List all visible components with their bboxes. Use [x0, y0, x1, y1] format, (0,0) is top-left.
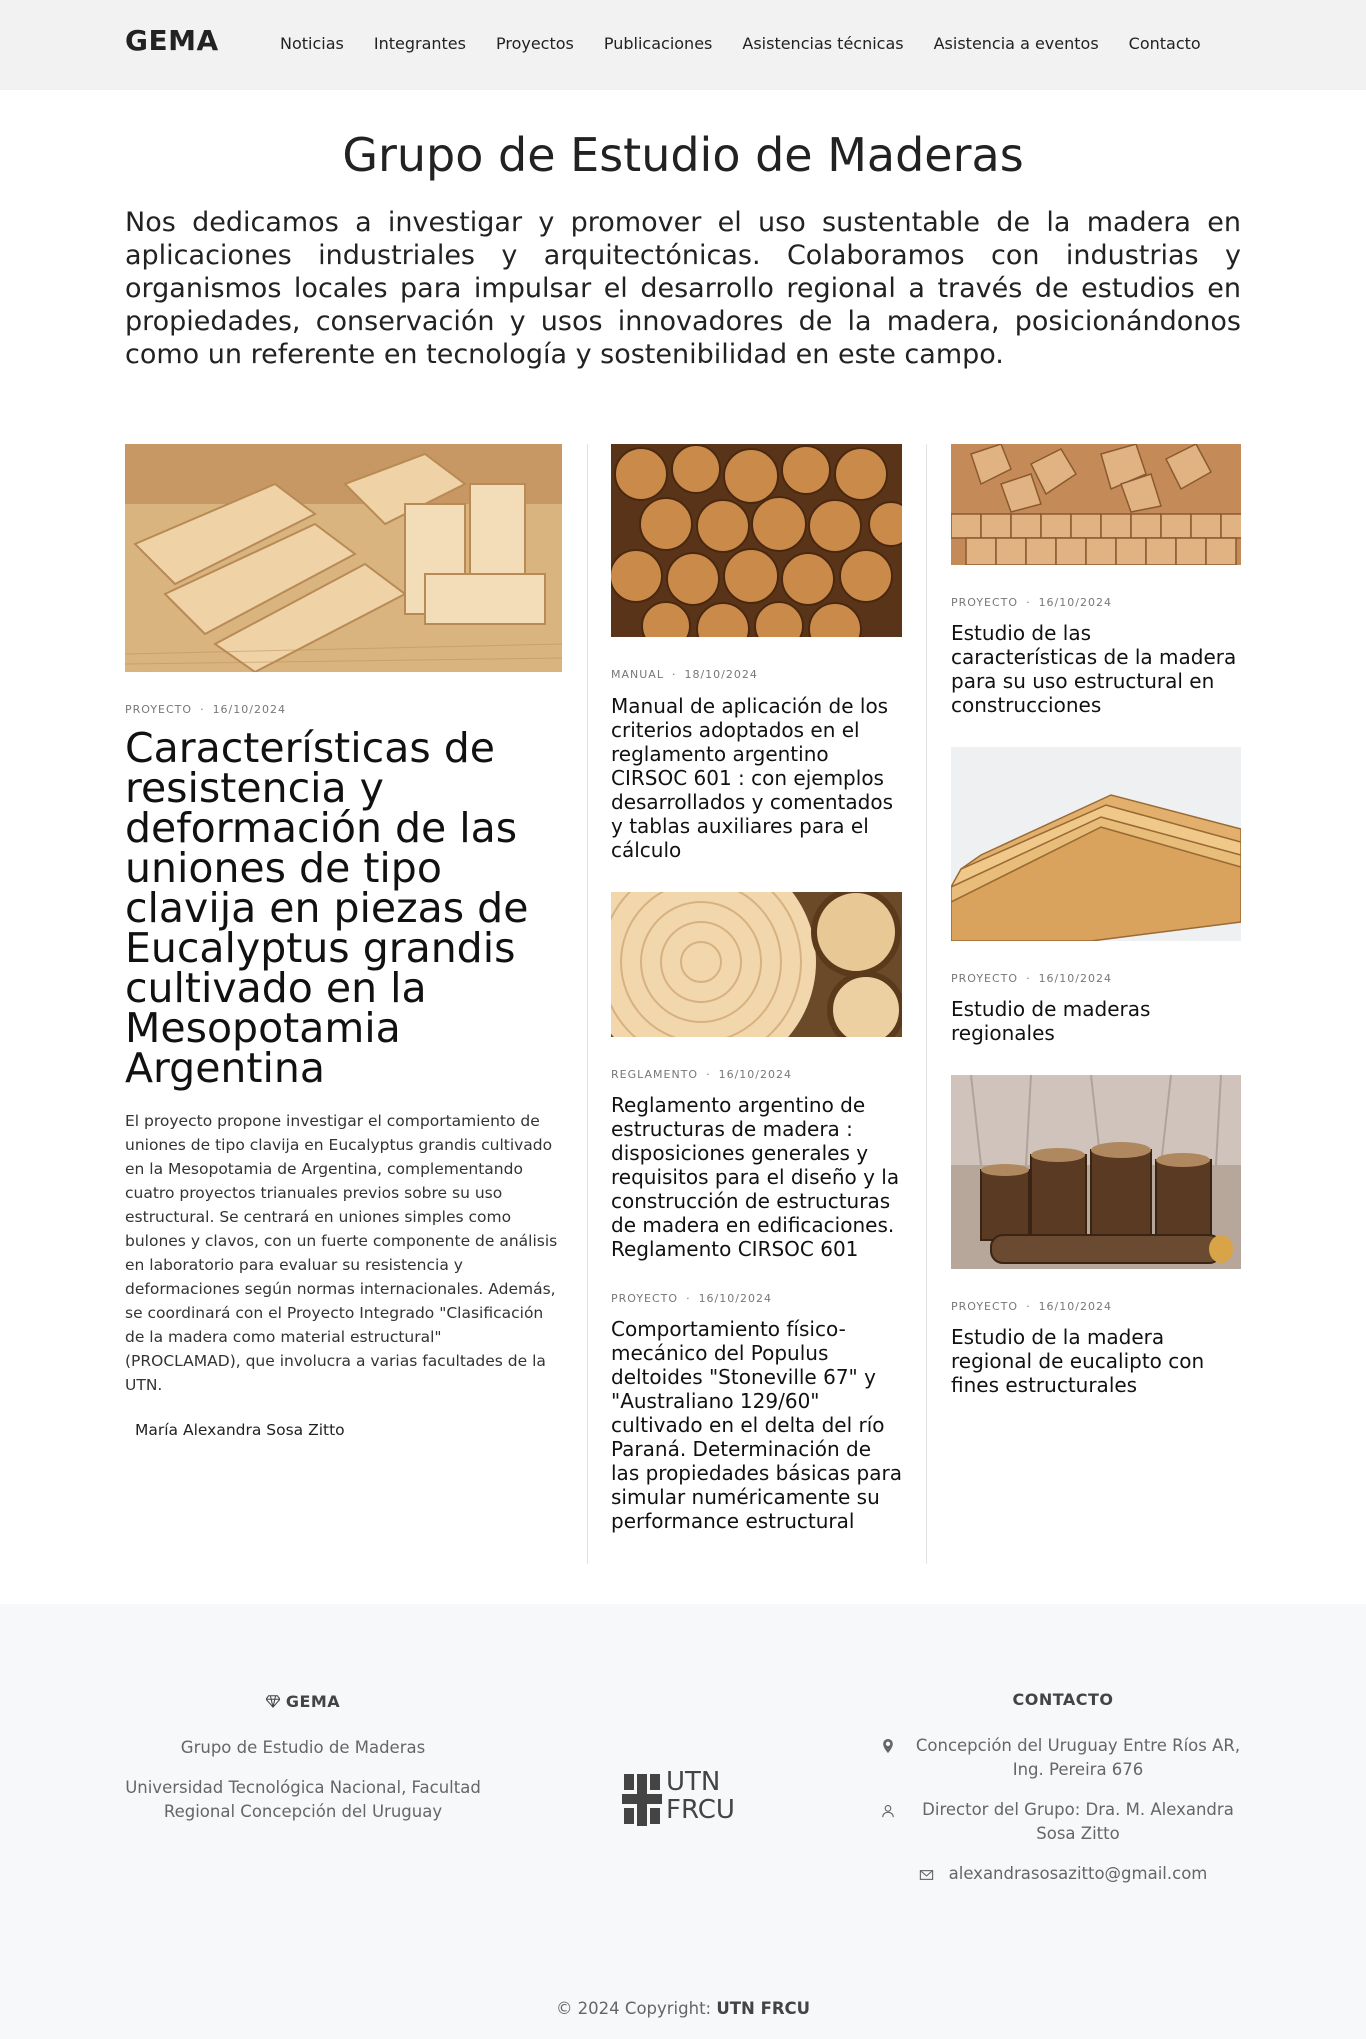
article-category: PROYECTO [125, 703, 193, 716]
article-date: 18/10/2024 [684, 668, 758, 681]
footer-contact: CONTACTO Concepción del Uruguay Entre Rí… [880, 1688, 1246, 1886]
page-description: Nos dedicamos a investigar y promover el… [125, 207, 1241, 370]
article-meta: REGLAMENTO · 16/10/2024 [611, 1068, 792, 1081]
article-date: 16/10/2024 [718, 1068, 792, 1081]
logo-text-frcu: FRCU [666, 1795, 735, 1825]
article-title-regionales[interactable]: Estudio de maderas regionales [951, 997, 1241, 1045]
contact-director: Director del Grupo: Dra. M. Alexandra So… [880, 1798, 1246, 1846]
article-date: 16/10/2024 [1038, 596, 1112, 609]
nav-item-asistencias-tecnicas[interactable]: Asistencias técnicas [742, 34, 903, 53]
article-category: REGLAMENTO [611, 1068, 699, 1081]
article-meta: PROYECTO · 16/10/2024 [951, 972, 1112, 985]
featured-article-title[interactable]: Características de resistencia y deforma… [125, 728, 535, 1089]
utn-frcu-logo: UTN FRCU [622, 1768, 744, 1828]
article-category: PROYECTO [951, 972, 1019, 985]
footer: GEMA Grupo de Estudio de Maderas Univers… [0, 1604, 1366, 2039]
column-divider [587, 444, 588, 1564]
footer-institution: Universidad Tecnológica Nacional, Facult… [125, 1778, 481, 1821]
article-meta: MANUAL · 18/10/2024 [611, 668, 758, 681]
nav-item-proyectos[interactable]: Proyectos [496, 34, 574, 53]
footer-group-name: Grupo de Estudio de Maderas [180, 1738, 426, 1757]
nav-item-noticias[interactable]: Noticias [280, 34, 344, 53]
contact-email[interactable]: alexandrasosazitto@gmail.com [880, 1862, 1246, 1886]
nav-menu: Noticias Integrantes Proyectos Publicaci… [280, 34, 1201, 53]
hero-section: Grupo de Estudio de Maderas Nos dedicamo… [0, 90, 1366, 371]
article-image-estructural[interactable] [951, 444, 1241, 565]
article-meta: PROYECTO · 16/10/2024 [611, 1292, 772, 1305]
article-image-eucalipto[interactable] [951, 1075, 1241, 1269]
article-image-regionales[interactable] [951, 747, 1241, 941]
copyright: © 2024 Copyright: UTN FRCU [555, 1999, 811, 2018]
nav-item-contacto[interactable]: Contacto [1129, 34, 1201, 53]
article-date: 16/10/2024 [1038, 972, 1112, 985]
article-image-manual[interactable] [611, 444, 902, 637]
article-meta: PROYECTO · 16/10/2024 [951, 596, 1112, 609]
article-title-manual[interactable]: Manual de aplicación de los criterios ad… [611, 694, 902, 862]
article-category: PROYECTO [951, 596, 1019, 609]
article-category: PROYECTO [951, 1300, 1019, 1313]
map-pin-icon [880, 1737, 896, 1753]
brand-logo[interactable]: GEMA [125, 24, 219, 57]
article-title-estructural[interactable]: Estudio de las características de la mad… [951, 621, 1241, 717]
article-category: PROYECTO [611, 1292, 679, 1305]
article-title-populus[interactable]: Comportamiento físico-mecánico del Popul… [611, 1317, 902, 1533]
featured-article-image[interactable] [125, 444, 562, 672]
navbar: GEMA Noticias Integrantes Proyectos Publ… [0, 0, 1366, 90]
page-title: Grupo de Estudio de Maderas [342, 128, 1024, 182]
footer-about: GEMA Grupo de Estudio de Maderas Univers… [120, 1688, 486, 1824]
nav-item-integrantes[interactable]: Integrantes [374, 34, 466, 53]
article-date: 16/10/2024 [1038, 1300, 1112, 1313]
article-image-reglamento[interactable] [611, 892, 902, 1037]
contact-address: Concepción del Uruguay Entre Ríos AR, In… [880, 1734, 1246, 1782]
copyright-link[interactable]: UTN FRCU [716, 1999, 810, 2018]
article-date: 16/10/2024 [212, 703, 286, 716]
article-title-reglamento[interactable]: Reglamento argentino de estructuras de m… [611, 1093, 902, 1261]
featured-article-meta: PROYECTO · 16/10/2024 [125, 703, 286, 716]
article-title-eucalipto[interactable]: Estudio de la madera regional de eucalip… [951, 1325, 1241, 1397]
featured-article-excerpt: El proyecto propone investigar el compor… [125, 1112, 558, 1394]
article-category: MANUAL [611, 668, 664, 681]
envelope-icon [919, 1865, 935, 1881]
nav-item-asistencia-eventos[interactable]: Asistencia a eventos [934, 34, 1099, 53]
nav-item-publicaciones[interactable]: Publicaciones [604, 34, 713, 53]
article-meta: PROYECTO · 16/10/2024 [951, 1300, 1112, 1313]
contact-heading: CONTACTO [1012, 1690, 1114, 1709]
user-icon [880, 1801, 896, 1818]
logo-text-utn: UTN [666, 1767, 721, 1797]
articles-grid: PROYECTO · 16/10/2024 Características de r… [125, 444, 1241, 1564]
diamond-icon [265, 1691, 281, 1708]
featured-article-author[interactable]: María Alexandra Sosa Zitto [135, 1421, 345, 1439]
column-divider [926, 444, 927, 1564]
footer-brand[interactable]: GEMA [120, 1688, 486, 1714]
article-date: 16/10/2024 [698, 1292, 772, 1305]
